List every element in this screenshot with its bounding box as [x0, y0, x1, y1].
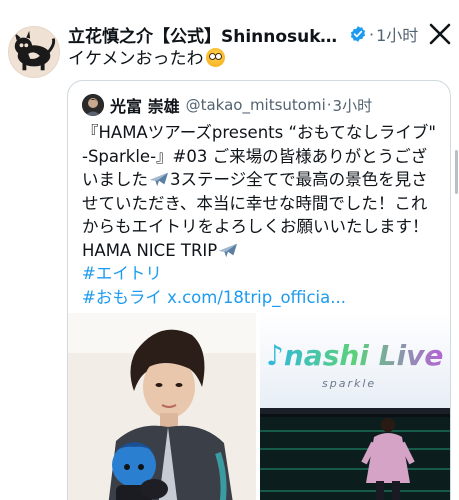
- post-text-content: イケメンおったわ: [68, 49, 204, 69]
- quoted-post-time: 3小时: [332, 96, 373, 115]
- quote-line-with-emoji: HAMA NICE TRIP: [82, 239, 444, 263]
- quoted-author-avatar: [82, 94, 104, 116]
- x-logo-icon[interactable]: [428, 22, 452, 46]
- quoted-author-name: 光富 崇雄: [110, 97, 180, 116]
- airplane-emoji-icon: [150, 172, 168, 187]
- svg-text:♪nashi Live: ♪nashi Live: [266, 339, 443, 372]
- hashtag-link[interactable]: #おもライ: [82, 288, 162, 307]
- media-grid: ♪nashi Live sparkle: [68, 313, 450, 500]
- quoted-post-body: 『HAMAツアーズpresents “おもてなしライブ" -Sparkle-』#…: [82, 121, 444, 309]
- author-avatar[interactable]: [8, 26, 60, 78]
- quote-line: -Sparkle-』#03 ご来場の皆様ありがとうござ: [82, 146, 428, 166]
- post: 立花慎之介【公式】Shinnosuke Ta... · 1小时 イケメンおったわ…: [0, 0, 459, 500]
- black-cat-lion-illustration-icon: [9, 27, 59, 77]
- quote-line-with-emoji: いました 3ステージ全てで最高の景色を見さ: [82, 168, 444, 192]
- author-display-name[interactable]: 立花慎之介【公式】Shinnosuke Ta...: [68, 22, 346, 47]
- quoted-author-handle: @takao_mitsutomi: [185, 96, 326, 114]
- quote-line: せていただき、本当に幸せな時間でした！これ: [82, 193, 428, 213]
- airplane-emoji-icon: [219, 243, 238, 257]
- verified-badge-icon: [350, 26, 366, 42]
- post-text: イケメンおったわ: [68, 48, 225, 70]
- separator-dot: ·: [369, 24, 375, 44]
- quoted-post-header: 光富 崇雄 @takao_mitsutomi · 3小时: [82, 93, 372, 117]
- post-time[interactable]: 1小时: [376, 22, 418, 46]
- stage-sparkle-live-photo: ♪nashi Live sparkle: [260, 313, 450, 500]
- external-link[interactable]: x.com/18trip_officia...: [167, 288, 346, 307]
- media-photo-2[interactable]: ♪nashi Live sparkle: [260, 313, 450, 500]
- man-with-plush-doll-photo: [68, 313, 256, 500]
- hashtag-line: #エイトリ: [82, 262, 444, 286]
- hashtag-link[interactable]: #エイトリ: [82, 264, 162, 283]
- quote-line: からもエイトリをよろしくお願いいたします！: [82, 217, 429, 236]
- hashtag-link-line: #おもライ x.com/18trip_officia...: [82, 286, 444, 310]
- quote-line-segment: 3ステージ全てで最高の景色を見さ: [170, 170, 428, 189]
- person-portrait-icon: [82, 94, 104, 116]
- quoted-post[interactable]: 光富 崇雄 @takao_mitsutomi · 3小时 『HAMAツアーズpr…: [67, 80, 451, 500]
- svg-text:sparkle: sparkle: [322, 377, 376, 390]
- post-header: 立花慎之介【公式】Shinnosuke Ta... · 1小时: [68, 20, 453, 48]
- quote-line-segment: いました: [82, 170, 148, 189]
- media-photo-1[interactable]: [68, 313, 256, 500]
- separator-dot: ·: [326, 96, 332, 114]
- flushed-face-emoji-icon: [205, 48, 225, 67]
- quote-line-segment: HAMA NICE TRIP: [82, 240, 218, 260]
- quote-line: 『HAMAツアーズpresents “おもてなしライブ": [82, 123, 436, 142]
- scrollbar[interactable]: [455, 150, 458, 194]
